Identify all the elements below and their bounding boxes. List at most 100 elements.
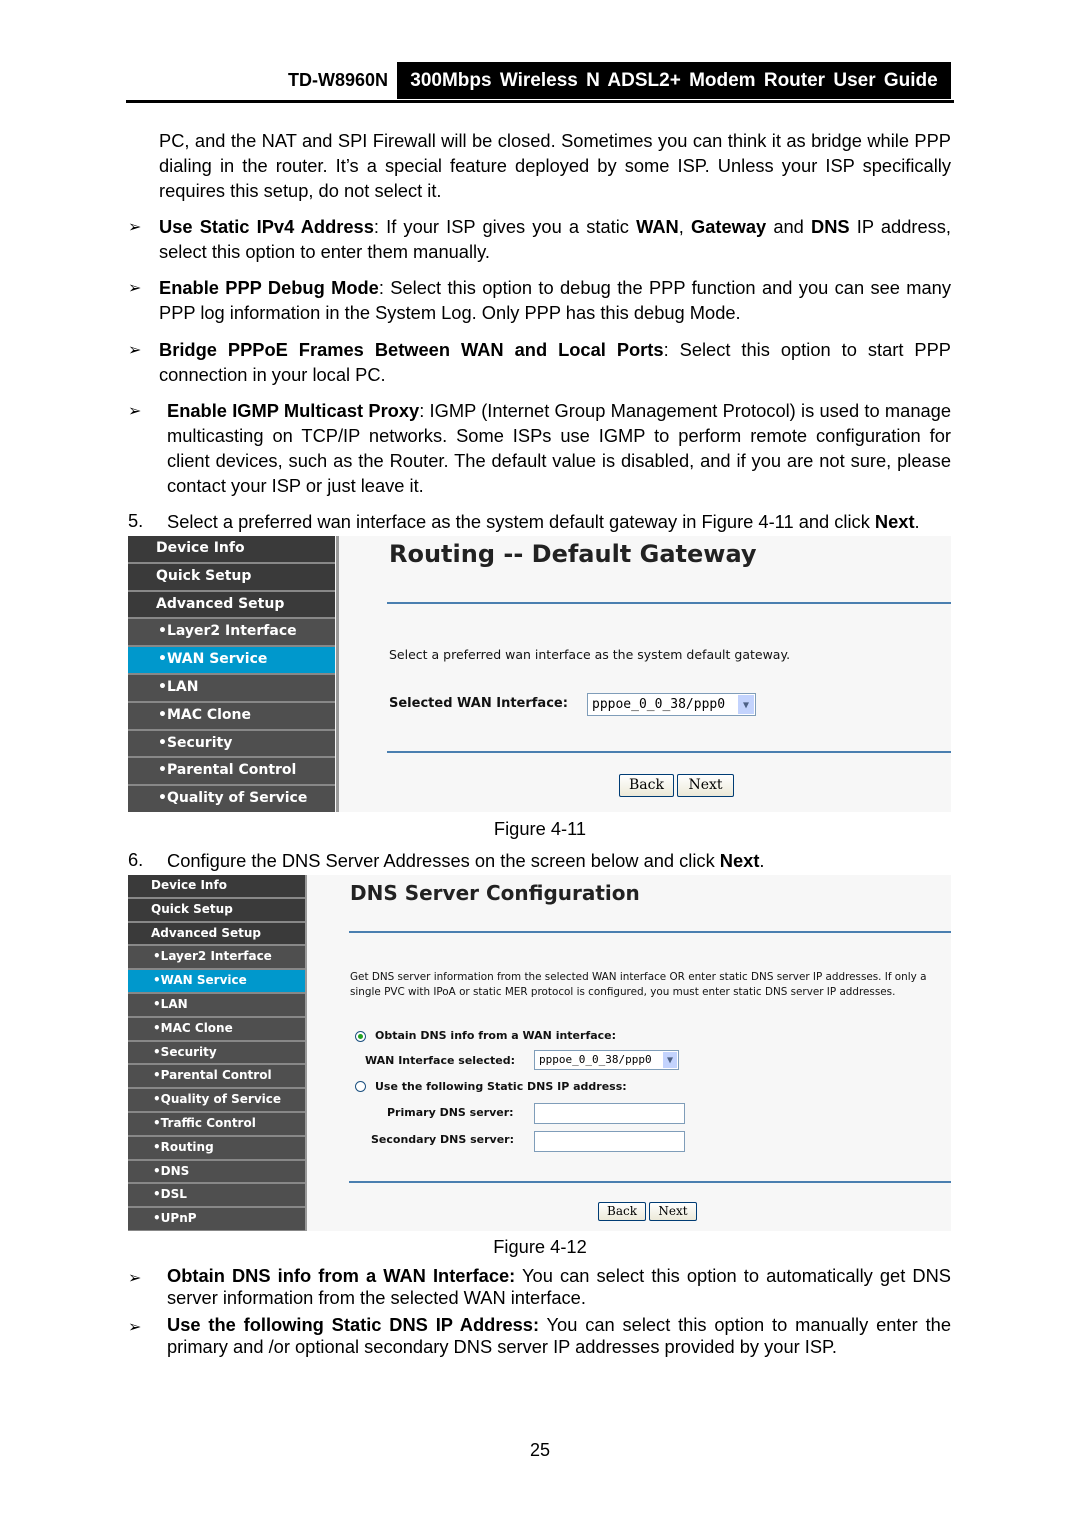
selected-wan-label: Selected WAN Interface: [389, 696, 568, 711]
header-rule [126, 100, 954, 103]
back-button[interactable]: Back [619, 774, 674, 797]
sidebar-item-security[interactable]: •Security [128, 730, 335, 759]
next-button[interactable]: Next [649, 1202, 697, 1221]
sidebar-item-advanced-setup[interactable]: Advanced Setup [128, 591, 335, 620]
text-run: : If your ISP gives you a static [373, 216, 637, 237]
bold-term: Bridge PPPoE Frames Between WAN and Loca… [159, 339, 664, 360]
sidebar-item-layer2-interface[interactable]: •Layer2 Interface [128, 946, 305, 971]
sidebar-item-wan-service[interactable]: •WAN Service [128, 647, 335, 675]
text-run: and [766, 216, 812, 237]
sidebar-item-traffic-control[interactable]: •Traffic Control [128, 1112, 305, 1137]
sidebar-menu: Device Info Quick Setup Advanced Setup •Lay… [128, 536, 335, 812]
obtain-dns-label: Obtain DNS info from a WAN interface: [375, 1029, 617, 1042]
bold-term: Obtain DNS info from a WAN Interface: [167, 1265, 516, 1286]
sidebar-item-layer2-interface[interactable]: •Layer2 Interface [128, 619, 335, 648]
sidebar-divider [305, 875, 307, 1231]
description-line-1: Get DNS server information from the sele… [350, 971, 927, 983]
bullet-static-dns: Use the following Static DNS IP Address:… [167, 1314, 951, 1358]
sidebar-item-dsl[interactable]: •DSL [128, 1184, 305, 1209]
paragraph: PC, and the NAT and SPI Firewall will be… [159, 128, 951, 203]
document-page: TD-W8960N 300Mbps Wireless N ADSL2+ Mode… [0, 0, 1080, 1527]
bullet-bridge-pppoe: Bridge PPPoE Frames Between WAN and Loca… [159, 337, 951, 387]
text-run: . [759, 850, 765, 871]
sidebar-item-parental-control[interactable]: •Parental Control [128, 1065, 305, 1090]
figure-caption: Figure 4-11 [493, 818, 587, 839]
chevron-down-icon[interactable]: ▼ [663, 1052, 677, 1068]
bullet-icon: ➢ [128, 342, 142, 359]
description: Select a preferred wan interface as the … [389, 647, 791, 662]
next-button[interactable]: Next [677, 774, 734, 797]
sidebar-item-upnp[interactable]: •UPnP [128, 1208, 305, 1231]
sidebar-item-wan-service[interactable]: •WAN Service [128, 970, 305, 994]
bullet-icon: ➢ [128, 403, 142, 420]
sidebar-item-quality-of-service[interactable]: •Quality of Service [128, 1089, 305, 1113]
sidebar-item-quality-of-service[interactable]: •Quality of Service [128, 786, 335, 812]
back-button[interactable]: Back [598, 1202, 646, 1221]
text-run: Select a preferred wan interface as the … [167, 511, 875, 532]
step-5-text: Select a preferred wan interface as the … [167, 509, 957, 534]
text-run: PC, and the NAT and SPI Firewall will be… [159, 130, 951, 201]
sidebar-item-security[interactable]: •Security [128, 1041, 305, 1066]
static-dns-label: Use the following Static DNS IP address: [375, 1080, 627, 1093]
figure-caption: Figure 4-12 [493, 1236, 587, 1257]
text-run: , [678, 216, 691, 237]
sidebar-item-lan[interactable]: •LAN [128, 993, 305, 1018]
divider [349, 1181, 951, 1183]
secondary-dns-input[interactable] [534, 1131, 685, 1152]
bold-term: Use the following Static DNS IP Address: [167, 1314, 540, 1335]
divider [387, 751, 951, 753]
sidebar-divider [336, 536, 339, 812]
page-number: 25 [529, 1440, 551, 1460]
text-run: Configure the DNS Server Addresses on th… [167, 850, 720, 871]
figure-4-11: Device Info Quick Setup Advanced Setup •Lay… [128, 536, 951, 812]
obtain-dns-radio[interactable] [355, 1031, 366, 1042]
sidebar-menu: Device Info Quick Setup Advanced Setup •Lay… [128, 875, 305, 1231]
wan-interface-select[interactable]: pppoe_0_0_38/ppp0 ▼ [587, 693, 756, 716]
header-title: 300Mbps Wireless N ADSL2+ Modem Router U… [397, 62, 951, 99]
sidebar-item-quick-setup[interactable]: Quick Setup [128, 898, 305, 923]
wan-interface-select[interactable]: pppoe_0_0_38/ppp0 ▼ [534, 1050, 679, 1070]
bullet-static-ipv4: Use Static IPv4 Address: If your ISP giv… [159, 214, 951, 264]
figure-4-12: Device Info Quick Setup Advanced Setup •Lay… [128, 875, 951, 1231]
sidebar-item-device-info[interactable]: Device Info [128, 536, 335, 564]
bullet-obtain-dns: Obtain DNS info from a WAN Interface: Yo… [167, 1265, 951, 1309]
bullet-icon: ➢ [128, 280, 142, 297]
bold-term: Next [874, 511, 915, 532]
sidebar-item-mac-clone[interactable]: •MAC Clone [128, 1017, 305, 1042]
bullet-icon: ➢ [128, 1319, 142, 1336]
bold-term: WAN [636, 216, 679, 237]
page-title: DNS Server Configuration [350, 881, 640, 905]
static-dns-radio[interactable] [355, 1081, 366, 1092]
primary-dns-label: Primary DNS server: [387, 1106, 514, 1119]
bold-term: Gateway [690, 216, 767, 237]
sidebar-item-mac-clone[interactable]: •MAC Clone [128, 702, 335, 731]
bold-term: Use Static IPv4 Address [159, 216, 374, 237]
page-title: Routing -- Default Gateway [389, 540, 757, 568]
sidebar-item-quick-setup[interactable]: Quick Setup [128, 563, 335, 592]
header-model: TD-W8960N [287, 70, 388, 90]
wan-interface-value: pppoe_0_0_38/ppp0 [592, 697, 726, 712]
wan-interface-value: pppoe_0_0_38/ppp0 [539, 1053, 652, 1066]
divider [387, 602, 951, 604]
sidebar-item-advanced-setup[interactable]: Advanced Setup [128, 922, 305, 947]
bullet-icon: ➢ [128, 219, 142, 236]
bold-term: Next [719, 850, 760, 871]
step-number: 5. [128, 510, 144, 531]
sidebar-item-dns[interactable]: •DNS [128, 1160, 305, 1185]
chevron-down-icon[interactable]: ▼ [738, 695, 754, 714]
step-number: 6. [128, 849, 144, 870]
bold-term: Enable IGMP Multicast Proxy [167, 400, 420, 421]
text-run: . [914, 511, 920, 532]
secondary-dns-label: Secondary DNS server: [371, 1133, 514, 1146]
wan-interface-label: WAN Interface selected: [365, 1054, 516, 1067]
sidebar-item-parental-control[interactable]: •Parental Control [128, 758, 335, 787]
bold-term: DNS [811, 216, 850, 237]
sidebar-item-device-info[interactable]: Device Info [128, 875, 305, 899]
step-6-text: Configure the DNS Server Addresses on th… [167, 848, 957, 873]
bullet-ppp-debug: Enable PPP Debug Mode: Select this optio… [159, 275, 951, 325]
bold-term: Enable PPP Debug Mode [159, 277, 379, 298]
sidebar-item-lan[interactable]: •LAN [128, 674, 335, 703]
sidebar-item-routing[interactable]: •Routing [128, 1136, 305, 1161]
primary-dns-input[interactable] [534, 1103, 685, 1124]
divider [349, 931, 951, 933]
